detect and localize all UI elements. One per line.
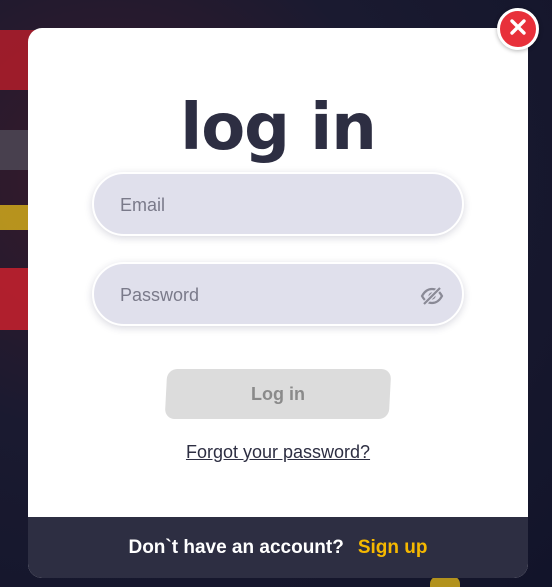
login-button[interactable]: Log in	[164, 369, 392, 419]
modal-title: log in	[180, 91, 377, 165]
background-shape	[0, 130, 28, 170]
signup-footer: Don`t have an account? Sign up	[28, 517, 528, 578]
email-field-container	[92, 172, 464, 236]
close-icon	[508, 17, 528, 42]
forgot-password-link[interactable]: Forgot your password?	[186, 442, 370, 462]
password-field-container	[92, 262, 464, 326]
signup-prompt: Don`t have an account?	[128, 536, 344, 558]
email-input[interactable]	[118, 174, 422, 236]
close-button[interactable]	[497, 8, 539, 50]
password-input[interactable]	[118, 264, 422, 326]
eye-slash-icon[interactable]	[420, 284, 444, 308]
forgot-password-row: Forgot your password?	[28, 442, 528, 463]
login-button-label: Log in	[251, 383, 305, 404]
login-modal: log in Log in Forgot your password? Don`…	[28, 28, 528, 578]
signup-link[interactable]: Sign up	[358, 537, 428, 559]
